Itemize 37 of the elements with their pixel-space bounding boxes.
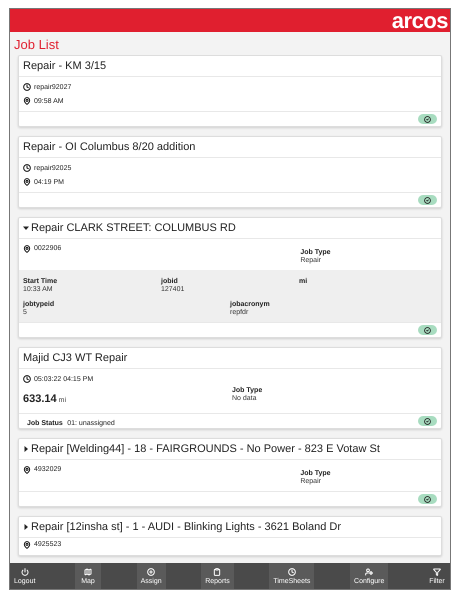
map-pin-icon bbox=[23, 466, 31, 474]
job-title[interactable]: Repair [Welding44] - 18 - FAIRGROUNDS - No Power - 823 E Votaw St bbox=[31, 443, 380, 455]
user-gear-icon bbox=[365, 568, 374, 576]
job-title[interactable]: Repair [12insha st] - 1 - AUDI - Blinking Lights - 3621 Boland Dr bbox=[31, 521, 341, 533]
caret-icon[interactable] bbox=[23, 446, 29, 452]
check-circle-icon bbox=[424, 418, 431, 424]
check-circle-icon bbox=[424, 196, 431, 204]
check-circle-icon bbox=[424, 326, 431, 334]
page-title: Job List bbox=[14, 37, 60, 52]
clock-icon bbox=[23, 83, 31, 91]
job-title[interactable]: Majid CJ3 WT Repair bbox=[23, 352, 128, 364]
logo: arcos bbox=[392, 9, 448, 32]
map-pin-icon bbox=[23, 245, 31, 253]
complete-status-button[interactable] bbox=[418, 416, 437, 426]
map-pin-icon bbox=[23, 178, 31, 186]
map-icon bbox=[84, 568, 92, 576]
map-pin-icon bbox=[23, 97, 31, 105]
clock-icon bbox=[23, 375, 31, 383]
filter-icon bbox=[432, 568, 441, 576]
mileage-value: 633.14 bbox=[23, 393, 57, 405]
complete-status-button[interactable] bbox=[418, 325, 437, 335]
plus-circle-icon bbox=[147, 568, 156, 576]
complete-status-button[interactable] bbox=[418, 195, 437, 205]
complete-status-button[interactable] bbox=[418, 114, 437, 124]
complete-status-button[interactable] bbox=[418, 494, 437, 504]
job-title[interactable]: Repair - OI Columbus 8/20 addition bbox=[23, 141, 196, 153]
clipboard-icon bbox=[213, 568, 222, 576]
clock-icon bbox=[23, 164, 31, 172]
caret-icon[interactable] bbox=[23, 225, 29, 231]
check-circle-icon bbox=[424, 116, 431, 122]
job-title[interactable]: Repair CLARK STREET: COLUMBUS RD bbox=[31, 222, 236, 234]
power-icon bbox=[20, 568, 29, 576]
check-circle-icon bbox=[424, 496, 431, 502]
map-pin-icon bbox=[23, 541, 31, 549]
clock-icon bbox=[288, 568, 296, 576]
job-title[interactable]: Repair - KM 3/15 bbox=[23, 60, 106, 72]
caret-icon[interactable] bbox=[23, 524, 29, 530]
